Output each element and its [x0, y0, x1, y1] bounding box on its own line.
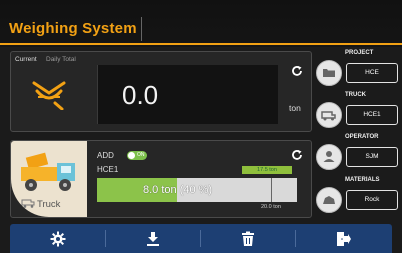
bottom-toolbar: [10, 224, 392, 253]
truck-title: TRUCK: [345, 92, 366, 98]
load-progress-text: 8.0 ton (40 %): [143, 184, 213, 196]
folder-icon: [323, 69, 335, 77]
weight-unit: ton: [289, 103, 301, 113]
operator-icon-button[interactable]: [316, 144, 342, 170]
title-bar: Weighing System: [0, 0, 402, 47]
truck-button[interactable]: HCE1: [346, 105, 398, 125]
project-group: PROJECT HCE: [316, 50, 402, 86]
scale-icon: [32, 81, 66, 110]
truck-illustration-icon: [21, 152, 75, 191]
truck-small-icon: [21, 199, 35, 208]
title-divider: [141, 17, 142, 41]
project-button[interactable]: HCE: [346, 63, 398, 83]
materials-button[interactable]: Rock: [346, 190, 398, 210]
tab-daily-total[interactable]: Daily Total: [46, 56, 76, 63]
delete-button[interactable]: [200, 224, 295, 253]
toggle-knob: [128, 152, 135, 159]
add-label: ADD: [97, 151, 114, 160]
target-marker: [271, 178, 272, 202]
truck-capacity: 20.0 ton: [261, 204, 281, 210]
target-weight-chip: 17.5 ton: [242, 166, 292, 174]
add-toggle[interactable]: ON: [127, 151, 147, 160]
truck-group: TRUCK HCE1: [316, 92, 402, 128]
weight-panel: Current Daily Total 0.0 ton: [10, 51, 312, 132]
operator-title: OPERATOR: [345, 134, 379, 140]
weight-value: 0.0: [122, 80, 159, 110]
truck-icon: [321, 111, 336, 121]
title-accent-line: [0, 43, 402, 45]
trash-icon: [241, 231, 254, 246]
truck-badge[interactable]: Truck: [11, 141, 87, 217]
tab-current[interactable]: Current: [15, 56, 37, 63]
toggle-state: ON: [137, 152, 145, 158]
operator-group: OPERATOR SJM: [316, 134, 402, 170]
truck-id: HCE1: [97, 165, 119, 174]
app-title: Weighing System: [9, 20, 137, 37]
download-button[interactable]: [105, 224, 200, 253]
materials-title: MATERIALS: [345, 177, 380, 183]
weight-display: 0.0: [97, 65, 278, 124]
refresh-icon[interactable]: [291, 149, 303, 161]
person-icon: [323, 151, 335, 162]
refresh-icon[interactable]: [291, 65, 303, 77]
project-title: PROJECT: [345, 50, 374, 56]
download-icon: [146, 231, 159, 246]
exit-button[interactable]: [295, 224, 390, 253]
truck-icon-button[interactable]: [316, 102, 342, 128]
load-panel: Truck ADD ON HCE1 17.5 ton 8.0 ton (40 %…: [10, 140, 312, 218]
operator-button[interactable]: SJM: [346, 147, 398, 167]
exit-icon: [336, 231, 351, 246]
gear-icon: [50, 231, 65, 246]
settings-button[interactable]: [10, 224, 105, 253]
truck-label: Truck: [37, 199, 61, 210]
materials-group: MATERIALS Rock: [316, 177, 402, 213]
project-icon-button[interactable]: [316, 60, 342, 86]
rock-icon: [323, 196, 335, 204]
materials-icon-button[interactable]: [316, 187, 342, 213]
